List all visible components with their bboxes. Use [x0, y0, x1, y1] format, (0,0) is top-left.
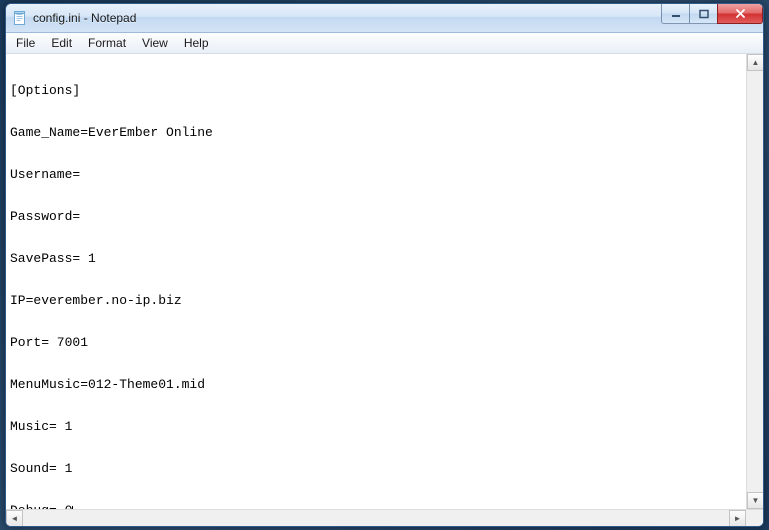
menu-help[interactable]: Help [176, 33, 217, 53]
scroll-down-button[interactable]: ▼ [747, 492, 764, 509]
line: IP=everember.no-ip.biz [10, 294, 742, 308]
titlebar[interactable]: config.ini - Notepad [6, 4, 763, 33]
menubar: File Edit Format View Help [6, 33, 763, 54]
maximize-button[interactable] [689, 4, 718, 24]
text-editor[interactable]: [Options] Game_Name=EverEmber Online Use… [6, 54, 746, 526]
vertical-scrollbar[interactable]: ▲ ▼ [746, 54, 763, 526]
notepad-window: config.ini - Notepad File Edit Format Vi… [5, 3, 764, 527]
resize-grip[interactable] [746, 510, 763, 527]
line: SavePass= 1 [10, 252, 742, 266]
menu-edit[interactable]: Edit [43, 33, 80, 53]
scroll-right-button[interactable]: ► [729, 510, 746, 527]
scroll-up-button[interactable]: ▲ [747, 54, 764, 71]
minimize-button[interactable] [661, 4, 690, 24]
line: Password= [10, 210, 742, 224]
scroll-left-button[interactable]: ◄ [6, 510, 23, 527]
menu-view[interactable]: View [134, 33, 176, 53]
line: Music= 1 [10, 420, 742, 434]
close-button[interactable] [717, 4, 763, 24]
line: Port= 7001 [10, 336, 742, 350]
line: [Options] [10, 84, 742, 98]
line: MenuMusic=012-Theme01.mid [10, 378, 742, 392]
vertical-scroll-track[interactable] [747, 71, 763, 492]
window-controls [662, 4, 763, 24]
line: Game_Name=EverEmber Online [10, 126, 742, 140]
window-title: config.ini - Notepad [33, 11, 136, 25]
notepad-icon [12, 10, 28, 26]
horizontal-scroll-track[interactable] [23, 510, 729, 526]
horizontal-scrollbar[interactable]: ◄ ► [6, 509, 763, 526]
menu-format[interactable]: Format [80, 33, 134, 53]
line: Sound= 1 [10, 462, 742, 476]
menu-file[interactable]: File [8, 33, 43, 53]
editor-area: [Options] Game_Name=EverEmber Online Use… [6, 54, 763, 526]
line: Username= [10, 168, 742, 182]
